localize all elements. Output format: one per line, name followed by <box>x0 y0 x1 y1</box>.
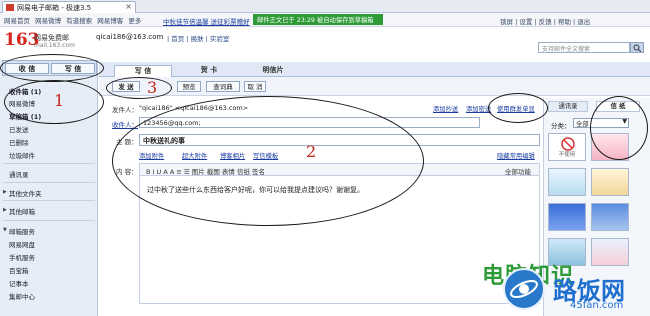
stationery-thumb[interactable] <box>548 168 586 196</box>
preview-button[interactable]: 预览 <box>177 81 201 92</box>
all-features-link[interactable]: 全部功能 <box>505 166 531 176</box>
collapse-icon[interactable]: ▼ <box>3 227 7 233</box>
cancel-button[interactable]: 取 消 <box>244 81 266 92</box>
category-label: 分类： <box>551 122 571 130</box>
add-cc-link[interactable]: 添加抄送 <box>433 104 458 113</box>
promo-link[interactable]: 中秋佳节倍温馨 送征彩票赠好 <box>163 16 250 26</box>
tab-write[interactable]: 写 信 <box>114 65 172 77</box>
annotation-ellipse <box>0 54 104 82</box>
sidebar-divider <box>3 200 95 201</box>
annotation-ellipse <box>112 96 424 226</box>
sidebar-item-sent[interactable]: 已发送 <box>9 124 29 134</box>
browser-tab-title: 网易电子邮箱 - 极速3.5 <box>17 4 92 12</box>
sidebar-item-deleted[interactable]: 已删除 <box>9 137 29 147</box>
nav-link[interactable]: 更多 <box>128 17 141 25</box>
watermark-logo <box>503 268 545 310</box>
logo-domain: mail.163.com <box>34 42 75 49</box>
category-value: 全部 <box>576 121 589 128</box>
sidebar-divider <box>3 163 95 164</box>
sidebar-item-spam[interactable]: 垃圾邮件 <box>9 150 35 160</box>
sidebar-item-notes[interactable]: 记事本 <box>9 278 29 288</box>
sidebar-item-other-mailboxes[interactable]: 其他邮箱 <box>9 206 35 216</box>
browser-tab[interactable]: 网易电子邮箱 - 极速3.5 × <box>2 1 136 13</box>
nav-link[interactable]: 网易博客 <box>97 17 123 25</box>
annotation-ellipse <box>488 93 548 123</box>
nav-link[interactable]: 有道搜索 <box>66 17 92 25</box>
sidebar-item-netdisk[interactable]: 网易网盘 <box>9 239 35 249</box>
user-email[interactable]: qicai186@163.com <box>96 33 163 41</box>
hide-toolbar-link[interactable]: 隐藏常用编辑 <box>497 151 535 160</box>
annotation-ellipse <box>106 77 172 99</box>
sidebar-divider <box>3 220 95 221</box>
favicon-icon <box>6 4 14 11</box>
expand-icon[interactable]: ▶ <box>3 207 7 213</box>
sidebar-item-mobile[interactable]: 手机服务 <box>9 252 35 262</box>
annotation-ellipse <box>590 96 648 160</box>
tab-greeting-card[interactable]: 贺 卡 <box>180 65 238 77</box>
autosave-status: 邮件正文已于 23:29 被自动保存到草稿箱 <box>253 14 383 25</box>
none-label: 不使用 <box>558 152 576 158</box>
annotation-number: 1 <box>54 91 65 110</box>
tab-contacts[interactable]: 通讯录 <box>548 101 588 112</box>
sidebar-item-toolbox[interactable]: 百宝箱 <box>9 265 29 275</box>
sidebar-item-other-folders[interactable]: 其他文件夹 <box>9 188 42 198</box>
stationery-thumb[interactable] <box>591 168 629 196</box>
from-label: 发件人： <box>112 106 138 114</box>
sidebar-item-services[interactable]: 邮箱服务 <box>9 226 35 236</box>
sidebar-item-contacts[interactable]: 通讯录 <box>9 169 29 179</box>
search-input[interactable]: 支持邮件全文搜索 <box>538 42 630 53</box>
stationery-thumb[interactable] <box>591 203 629 231</box>
expand-icon[interactable]: ▶ <box>3 189 7 195</box>
stationery-thumb[interactable] <box>591 238 629 266</box>
sidebar-divider <box>3 182 95 183</box>
stationery-none[interactable]: 不使用 <box>548 133 586 161</box>
dictionary-button[interactable]: 查词典 <box>206 81 240 92</box>
search-icon <box>633 44 642 52</box>
globe-icon <box>510 279 538 299</box>
search-button[interactable] <box>630 42 644 53</box>
annotation-number: 3 <box>147 78 158 97</box>
header-links[interactable]: | 首页 | 换肤 | 实验室 <box>167 33 229 43</box>
sidebar-item-stamps[interactable]: 集邮中心 <box>9 291 35 301</box>
watermark-url: 45fan.com <box>570 300 624 311</box>
nav-link[interactable]: 网易微博 <box>35 17 61 25</box>
nav-link[interactable]: 网易首页 <box>4 17 30 25</box>
tab-postcard[interactable]: 明信片 <box>244 65 302 77</box>
close-tab-icon[interactable]: × <box>125 2 132 11</box>
annotation-number: 2 <box>306 142 317 161</box>
account-links[interactable]: 锁屏 | 设置 | 反馈 | 帮助 | 退出 <box>500 16 590 26</box>
stationery-thumb[interactable] <box>548 203 586 231</box>
